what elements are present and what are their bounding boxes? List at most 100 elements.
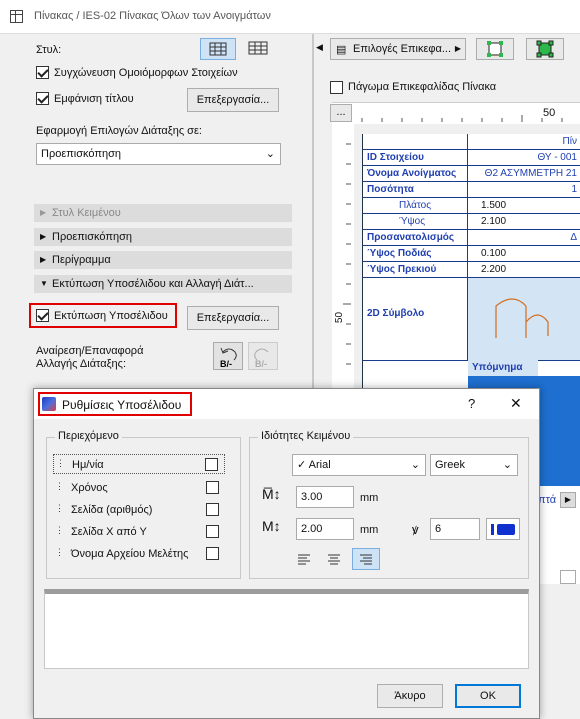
- text-height-input[interactable]: 3.00: [296, 486, 354, 508]
- ruler-number: 50: [543, 107, 556, 119]
- door-symbol-icon: [495, 298, 549, 338]
- list-item[interactable]: ⋮ Όνομα Αρχείου Μελέτης: [53, 544, 225, 564]
- print-footer-label: Εκτύπωση Υποσέλιδου: [54, 310, 168, 322]
- pen-color-swatch[interactable]: [486, 518, 520, 540]
- chevron-down-icon: ⌄: [410, 459, 420, 471]
- undo-layout-button[interactable]: B/-: [213, 342, 243, 370]
- symbol-label: 2D Σύμβολο: [367, 308, 425, 319]
- align-right-button[interactable]: [352, 548, 380, 570]
- section-border[interactable]: ▶ Περίγραμμα: [34, 251, 292, 269]
- frame-green-icon: [487, 41, 503, 57]
- font-check-icon: ✓: [297, 459, 307, 471]
- table-row[interactable]: Ύψος Ποδιάς 0.100: [363, 246, 580, 262]
- text-props-title: Ιδιότητες Κειμένου: [258, 430, 354, 442]
- title-edit-button[interactable]: Επεξεργασία...: [187, 88, 279, 112]
- chevron-down-icon: ⌄: [265, 148, 275, 160]
- drag-handle-icon: ⋮: [55, 481, 64, 491]
- drag-handle-icon: ⋮: [55, 503, 64, 513]
- cancel-button[interactable]: Άκυρο: [377, 684, 443, 708]
- svg-text:B/-: B/-: [220, 359, 232, 369]
- freeze-header-checkbox[interactable]: [330, 81, 343, 97]
- vruler-number: 50: [334, 311, 346, 324]
- table-icon: [10, 10, 23, 23]
- align-center-icon: [328, 554, 340, 565]
- align-right-icon: [360, 554, 372, 565]
- grid-icon: [209, 42, 227, 56]
- apply-select[interactable]: Προεπισκόπηση ⌄: [36, 143, 281, 165]
- ok-button[interactable]: OK: [455, 684, 521, 708]
- footer-preview-area: [44, 589, 529, 669]
- resize-corner[interactable]: [560, 570, 576, 584]
- grid-icon: [248, 41, 268, 55]
- contents-title: Περιεχόμενο: [55, 430, 122, 442]
- align-left-icon: [298, 554, 310, 565]
- symbol-cell: [468, 278, 580, 360]
- table-row[interactable]: ID Στοιχείου ΘΥ - 001: [363, 150, 580, 166]
- style-grid-button-2[interactable]: [244, 38, 274, 60]
- table-row[interactable]: Προσανατολισμός Δ: [363, 230, 580, 246]
- list-item[interactable]: ⋮ Σελίδα Χ από Υ: [53, 522, 225, 542]
- scroll-right-arrow[interactable]: ▶: [560, 492, 576, 508]
- table-header-row: Πίν: [363, 134, 580, 150]
- drag-handle-icon: ⋮: [55, 547, 64, 557]
- list-item[interactable]: ⋮ Σελίδα (αριθμός): [53, 500, 225, 520]
- window-title: Πίνακας / IES-02 Πίνακας Όλων των Ανοιγμ…: [34, 10, 271, 22]
- merge-label: Συγχώνευση Ομοιόμορφων Στοιχείων: [54, 67, 238, 79]
- pen-number-input[interactable]: 6: [430, 518, 480, 540]
- contents-group: Περιεχόμενο ⋮ Ημ/νία ⋮ Χρόνος ⋮ Σελίδα (αρι…: [46, 430, 241, 579]
- apply-label: Εφαρμογή Επιλογών Διάταξης σε:: [36, 125, 202, 137]
- table-row[interactable]: Ύψος Πρεκιού 2.200: [363, 262, 580, 278]
- table-row[interactable]: Ύψος 2.100: [363, 214, 580, 230]
- apply-value: Προεπισκόπηση: [41, 148, 121, 160]
- frame-green-icon-2: [536, 40, 554, 58]
- line-spacing-input[interactable]: 2.00: [296, 518, 354, 540]
- section-text-style[interactable]: ▶ Στυλ Κειμένου: [34, 204, 292, 222]
- charset-select[interactable]: Greek ⌄: [430, 454, 518, 476]
- unit-label-2: mm: [360, 524, 379, 536]
- chevron-down-icon: ⌄: [502, 459, 512, 471]
- table-row[interactable]: Ποσότητα 1: [363, 182, 580, 198]
- drag-handle-icon: ⋮: [55, 525, 64, 535]
- fit-frame-button[interactable]: [476, 38, 514, 60]
- list-item[interactable]: ⋮ Χρόνος: [53, 478, 225, 498]
- collapse-arrow-icon[interactable]: ◀: [316, 42, 323, 53]
- show-title-label: Εμφάνιση τίτλου: [54, 93, 134, 105]
- help-button[interactable]: ?: [468, 396, 475, 411]
- redo-layout-button[interactable]: B/-: [248, 342, 278, 370]
- redo-icon: B/-: [254, 348, 269, 369]
- dialog-title: Ρυθμίσεις Υποσέλιδου: [62, 398, 182, 412]
- table-options-icon: ▤: [336, 44, 347, 56]
- table-row[interactable]: Πλάτος 1.500: [363, 198, 580, 214]
- list-item[interactable]: ⋮ Ημ/νία: [53, 454, 225, 474]
- align-center-button[interactable]: [322, 548, 346, 570]
- panel-divider[interactable]: [312, 34, 314, 394]
- undo-icon: B/-: [220, 347, 237, 369]
- svg-text:B/-: B/-: [255, 359, 267, 369]
- freeze-header-label: Πάγωμα Επικεφαλίδας Πίνακα: [348, 81, 497, 93]
- print-footer-checkbox[interactable]: [36, 309, 49, 325]
- style-label: Στυλ:: [36, 44, 62, 56]
- footer-settings-dialog: Ρυθμίσεις Υποσέλιδου ? ✕ Περιεχόμενο ⋮ Ημ…: [33, 388, 540, 719]
- fit-content-button[interactable]: [526, 38, 564, 60]
- partial-label: πτά: [538, 494, 557, 506]
- window-titlebar: Πίνακας / IES-02 Πίνακας Όλων των Ανοιγμ…: [0, 0, 580, 34]
- undo-label: Αναίρεση/Επαναφορά Αλλαγής Διάταξης:: [36, 345, 144, 370]
- close-button[interactable]: ✕: [510, 395, 522, 412]
- ruler-options-button[interactable]: ...: [330, 104, 352, 122]
- section-footer[interactable]: ▼ Εκτύπωση Υποσέλιδου και Αλλαγή Διάτ...: [34, 275, 292, 293]
- merge-checkbox[interactable]: [36, 66, 49, 82]
- align-left-button[interactable]: [292, 548, 316, 570]
- table-row[interactable]: Όνομα Ανοίγματος Θ2 ΑΣΥΜΜΕΤΡΗ 21: [363, 166, 580, 182]
- font-select[interactable]: ✓ Arial ⌄: [292, 454, 426, 476]
- line-spacing-icon: M↕: [262, 518, 281, 534]
- archicad-logo-icon: [42, 397, 56, 411]
- show-title-checkbox[interactable]: [36, 92, 49, 108]
- text-props-group: Ιδιότητες Κειμένου ✓ Arial ⌄ Greek ⌄ M̅↕…: [249, 430, 529, 579]
- pen-icon: ꝟ: [412, 522, 419, 537]
- section-preview[interactable]: ▶ Προεπισκόπηση: [34, 228, 292, 246]
- footer-edit-button[interactable]: Επεξεργασία...: [187, 306, 279, 330]
- header-options-button[interactable]: ▤ Επιλογές Επικεφα... ▶: [330, 38, 466, 60]
- text-height-icon: M̅↕: [262, 486, 281, 502]
- drag-handle-icon: ⋮: [56, 458, 65, 468]
- style-grid-button-1[interactable]: [200, 38, 236, 60]
